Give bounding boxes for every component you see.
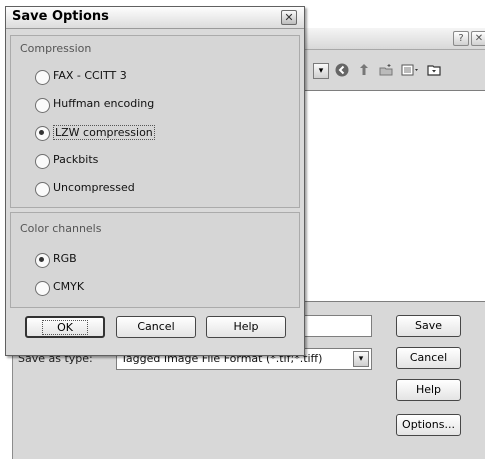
radio-label: LZW compression [53, 125, 155, 140]
compression-group-title: Compression [20, 42, 92, 55]
folder-icon[interactable] [425, 62, 443, 80]
radio-label: RGB [53, 252, 77, 265]
views-menu-icon[interactable] [399, 62, 423, 80]
radio-label: FAX - CCITT 3 [53, 69, 127, 82]
cancel-button[interactable]: Cancel [116, 316, 196, 338]
radio-circle[interactable] [35, 182, 50, 197]
radio-uncompressed[interactable]: Uncompressed [35, 180, 235, 198]
help-title-button[interactable]: ? [453, 31, 469, 46]
new-folder-icon[interactable] [377, 62, 395, 80]
up-folder-icon[interactable] [355, 62, 373, 80]
radio-circle-selected[interactable] [35, 126, 50, 141]
chevron-down-icon[interactable]: ▾ [353, 351, 369, 367]
save-in-dropdown-icon[interactable]: ▾ [313, 63, 329, 79]
close-title-button[interactable]: ✕ [471, 31, 485, 46]
radio-label: Huffman encoding [53, 97, 155, 110]
save-options-dialog: Save Options ✕ Compression FAX - CCITT 3… [5, 6, 305, 356]
radio-packbits[interactable]: Packbits [35, 152, 235, 170]
radio-circle[interactable] [35, 98, 50, 113]
color-channels-group: Color channels RGB CMYK [10, 212, 300, 308]
color-channels-group-title: Color channels [20, 222, 102, 235]
save-options-titlebar: Save Options ✕ [6, 7, 304, 29]
close-icon[interactable]: ✕ [281, 10, 297, 25]
dialog-title: Save Options [12, 9, 109, 24]
radio-lzw-compression[interactable]: LZW compression [35, 124, 235, 142]
radio-label: Packbits [53, 153, 99, 166]
radio-circle-selected[interactable] [35, 253, 50, 268]
compression-group: Compression FAX - CCITT 3 Huffman encodi… [10, 35, 300, 208]
save-button[interactable]: Save [396, 315, 461, 337]
options-button[interactable]: Options... [396, 414, 461, 436]
radio-circle[interactable] [35, 154, 50, 169]
radio-label: Uncompressed [53, 181, 135, 194]
help-button[interactable]: Help [396, 379, 461, 401]
cancel-button[interactable]: Cancel [396, 347, 461, 369]
radio-rgb[interactable]: RGB [35, 251, 235, 269]
radio-cmyk[interactable]: CMYK [35, 279, 235, 297]
file-list[interactable] [300, 90, 485, 302]
ok-button-label: OK [42, 320, 88, 335]
radio-fax-ccitt3[interactable]: FAX - CCITT 3 [35, 68, 235, 86]
radio-label: CMYK [53, 280, 85, 293]
save-as-toolbar: ▾ [303, 60, 485, 82]
radio-circle[interactable] [35, 281, 50, 296]
back-icon[interactable] [333, 62, 351, 80]
file-name-input[interactable] [300, 315, 372, 337]
help-button[interactable]: Help [206, 316, 286, 338]
ok-button[interactable]: OK [25, 316, 105, 338]
radio-circle[interactable] [35, 70, 50, 85]
radio-huffman-encoding[interactable]: Huffman encoding [35, 96, 235, 114]
